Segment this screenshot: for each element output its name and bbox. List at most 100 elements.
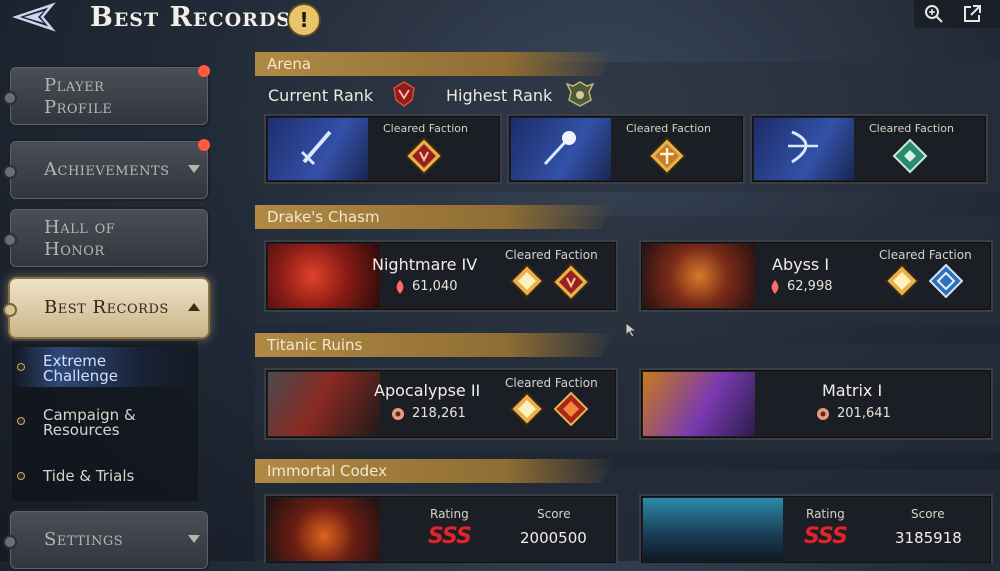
sidebar-item-label: Hall of <box>44 217 116 238</box>
sub-item-extreme-challenge[interactable]: Extreme Challenge <box>12 347 198 387</box>
sidebar-item-label: Achievements <box>44 159 170 180</box>
arena-card[interactable]: Cleared Faction <box>507 114 745 184</box>
cleared-faction-label: Cleared Faction <box>879 248 972 262</box>
sidebar-item-player-profile[interactable]: Player Profile <box>3 65 210 127</box>
immortal-codex-card[interactable]: Rating SSS Score 2000500 <box>264 494 618 563</box>
difficulty-name: Apocalypse II <box>374 381 481 400</box>
records-content: Arena Current Rank Highest Rank Cleared … <box>255 48 1000 563</box>
sidebar: Player Profile Achievements Hall of Hono… <box>0 55 245 571</box>
titanic-ruins-card[interactable]: Apocalypse II 218,261 Cleared Faction <box>264 368 618 440</box>
drakes-chasm-card[interactable]: Abyss I 62,998 Cleared Faction <box>639 240 993 312</box>
section-header-drakes-chasm: Drake's Chasm <box>255 205 615 229</box>
chevron-down-icon <box>188 165 200 173</box>
rating-label: Rating <box>806 507 845 521</box>
notification-dot-icon <box>198 65 210 77</box>
boss-art <box>268 498 380 561</box>
zoom-in-icon <box>925 5 943 23</box>
info-button[interactable]: ! <box>287 3 321 37</box>
difficulty-name: Matrix I <box>822 381 883 400</box>
power-flame-icon <box>396 280 404 294</box>
sub-menu: Extreme Challenge Campaign & Resources T… <box>12 341 198 501</box>
current-rank-label: Current Rank <box>268 86 374 105</box>
sidebar-item-achievements[interactable]: Achievements <box>3 139 210 201</box>
page-title: Best Records <box>90 2 292 33</box>
cleared-faction-label: Cleared Faction <box>505 376 598 390</box>
immortal-codex-card[interactable]: Rating SSS Score 3185918 <box>639 494 993 563</box>
difficulty-name: Nightmare IV <box>372 255 478 274</box>
score-value: 2000500 <box>520 529 587 547</box>
boss-art <box>643 244 755 308</box>
sidebar-item-label: Settings <box>44 529 124 550</box>
power-flame-icon <box>771 280 779 294</box>
arena-card[interactable]: Cleared Faction <box>750 114 988 184</box>
chevron-up-icon <box>188 303 200 311</box>
bullet-icon <box>3 535 17 549</box>
sub-item-tide-trials[interactable]: Tide & Trials <box>12 456 198 496</box>
staff-faction-icon <box>543 131 576 166</box>
section-title: Immortal Codex <box>267 462 388 480</box>
cleared-faction-label: Cleared Faction <box>869 122 954 135</box>
back-button[interactable] <box>8 0 62 34</box>
arena-card[interactable]: Cleared Faction <box>264 114 502 184</box>
boss-art <box>268 244 380 308</box>
bullet-icon <box>17 363 25 371</box>
sword-faction-icon <box>300 130 332 166</box>
rating-badge: SSS <box>804 524 848 549</box>
blue-faction-emblem-icon <box>929 264 963 298</box>
bullet-icon <box>3 303 17 317</box>
cleared-faction-label: Cleared Faction <box>626 122 711 135</box>
gold-faction-emblem-icon <box>510 264 544 298</box>
score-value: 62,998 <box>787 279 833 294</box>
cleared-faction-label: Cleared Faction <box>505 248 598 262</box>
sidebar-item-label: Profile <box>44 97 113 118</box>
highest-rank-emblem-icon <box>565 81 595 107</box>
back-arrow-icon <box>12 2 56 32</box>
green-faction-emblem-icon <box>892 138 928 174</box>
section-header-titanic-ruins: Titanic Ruins <box>255 333 615 357</box>
titanic-ruins-card[interactable]: Matrix I 201,641 <box>639 368 993 440</box>
cleared-faction-label: Cleared Faction <box>383 122 468 135</box>
current-rank-emblem-icon <box>393 81 415 107</box>
section-title: Titanic Ruins <box>267 336 363 354</box>
drakes-chasm-card[interactable]: Nightmare IV 61,040 Cleared Faction <box>264 240 618 312</box>
cursor-icon <box>625 322 638 338</box>
sub-item-campaign-resources[interactable]: Campaign & Resources <box>12 401 198 441</box>
bullet-icon <box>3 165 17 179</box>
boss-art <box>268 372 380 436</box>
gold-faction-emblem-icon <box>647 136 687 176</box>
section-header-arena: Arena <box>255 52 615 76</box>
bullet-icon <box>17 472 25 480</box>
sub-item-label: Tide & Trials <box>43 467 135 485</box>
sidebar-item-best-records[interactable]: Best Records <box>3 277 210 339</box>
score-value: 61,040 <box>412 279 458 294</box>
score-value: 3185918 <box>895 529 962 547</box>
sub-item-label: Resources <box>43 421 120 439</box>
top-bar: Best Records ! <box>0 0 1000 40</box>
red-faction-emblem-icon <box>551 262 591 302</box>
boss-art <box>643 498 783 561</box>
bullet-icon <box>17 417 25 425</box>
section-title: Drake's Chasm <box>267 208 380 226</box>
score-value: 218,261 <box>412 406 466 421</box>
red-faction-emblem-icon <box>404 136 444 176</box>
gold-faction-emblem-icon <box>885 264 919 298</box>
sub-item-label: Challenge <box>43 367 118 385</box>
external-link-icon <box>964 5 981 22</box>
section-title: Arena <box>267 55 312 73</box>
rating-badge: SSS <box>428 524 472 549</box>
sidebar-item-label: Player <box>44 75 105 96</box>
rating-label: Rating <box>430 507 469 521</box>
sidebar-item-hall-of-honor[interactable]: Hall of Honor <box>3 207 210 269</box>
score-value: 201,641 <box>837 406 891 421</box>
orange-faction-emblem-icon <box>554 392 588 426</box>
sidebar-item-label: Best Records <box>44 297 169 318</box>
external-link-button[interactable] <box>960 2 984 26</box>
bullet-icon <box>3 91 17 105</box>
zoom-button[interactable] <box>922 2 946 26</box>
section-header-immortal-codex: Immortal Codex <box>255 459 615 483</box>
bullet-icon <box>3 233 17 247</box>
bow-faction-icon <box>788 130 818 164</box>
sidebar-item-settings[interactable]: Settings <box>3 509 210 571</box>
boss-art <box>643 372 755 436</box>
power-icon <box>817 408 829 420</box>
